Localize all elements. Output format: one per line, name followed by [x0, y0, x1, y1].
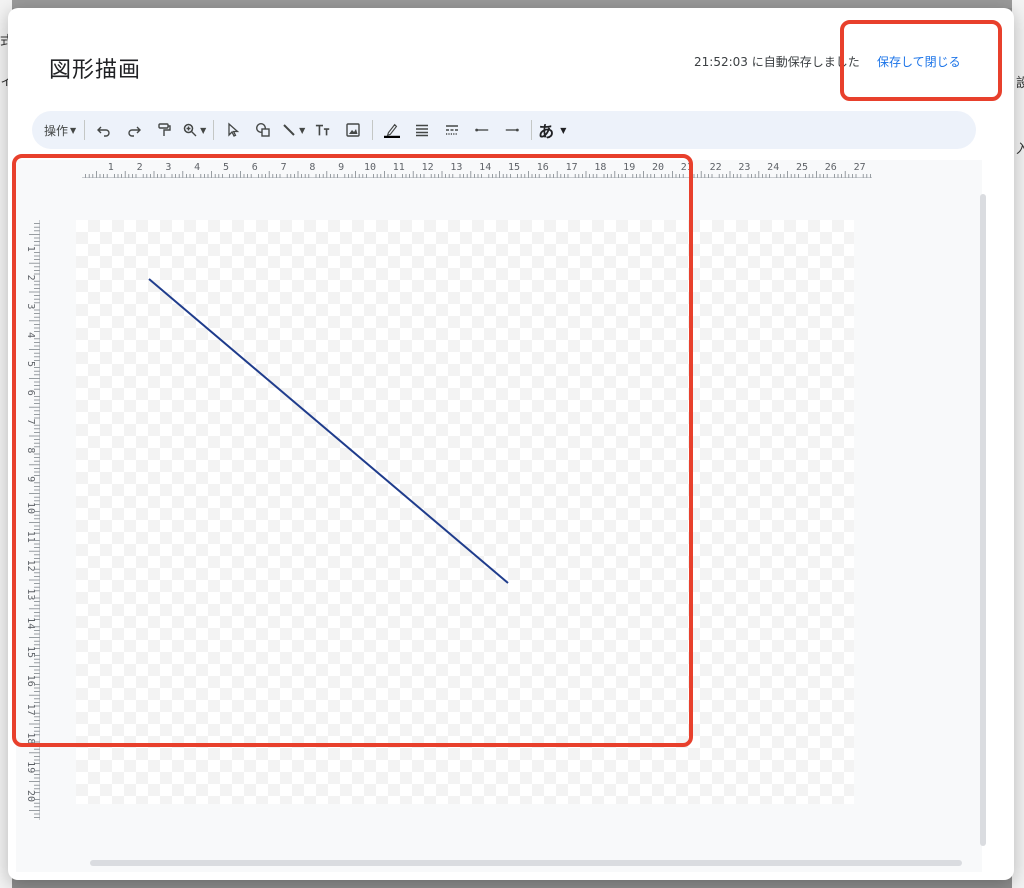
- ruler-label: 26: [825, 162, 837, 173]
- vertical-scrollbar[interactable]: [980, 194, 986, 846]
- ruler-label: 25: [796, 162, 808, 173]
- line-color-icon[interactable]: [379, 117, 405, 143]
- background-top: [0, 0, 1024, 8]
- dialog-title: 図形描画: [49, 58, 142, 83]
- redo-icon[interactable]: [121, 117, 147, 143]
- ruler-label: 24: [767, 162, 779, 173]
- select-icon[interactable]: [220, 117, 246, 143]
- toolbar-divider: [531, 120, 533, 140]
- chevron-down-icon: ▼: [560, 125, 567, 135]
- horizontal-scrollbar[interactable]: [90, 860, 962, 866]
- annotation-highlight-save: [840, 20, 1002, 101]
- background-char: 入: [1016, 142, 1024, 157]
- line-icon: [283, 124, 295, 136]
- line-end-icon[interactable]: [499, 117, 525, 143]
- chevron-down-icon: ▼: [200, 125, 207, 135]
- ruler-label: 20: [25, 790, 36, 802]
- ruler-label: 19: [25, 761, 36, 773]
- text-format-menu[interactable]: あ ▼: [538, 117, 566, 143]
- background-char: 設: [1016, 76, 1024, 91]
- image-icon[interactable]: [340, 117, 366, 143]
- undo-icon[interactable]: [91, 117, 117, 143]
- ruler-label: 22: [710, 162, 722, 173]
- annotation-highlight-canvas: [12, 154, 693, 747]
- drawing-toolbar: 操作 ▼ ▼ ▼ あ ▼: [32, 111, 976, 149]
- ruler-label: 27: [854, 162, 866, 173]
- actions-menu-label: 操作: [44, 123, 69, 138]
- zoom-menu[interactable]: ▼: [181, 117, 207, 143]
- chevron-down-icon: ▼: [70, 125, 77, 135]
- shape-icon[interactable]: [250, 117, 276, 143]
- actions-menu[interactable]: 操作 ▼: [42, 117, 78, 143]
- toolbar-divider: [372, 120, 374, 140]
- ruler-label: 23: [738, 162, 750, 173]
- line-start-icon[interactable]: [469, 117, 495, 143]
- line-menu[interactable]: ▼: [280, 117, 306, 143]
- toolbar-divider: [213, 120, 215, 140]
- textbox-icon[interactable]: [310, 117, 336, 143]
- text-format-label: あ: [538, 122, 555, 141]
- zoom-icon: [183, 123, 197, 137]
- paint-format-icon[interactable]: [151, 117, 177, 143]
- line-dash-icon[interactable]: [439, 117, 465, 143]
- toolbar-divider: [84, 120, 86, 140]
- line-weight-icon[interactable]: [409, 117, 435, 143]
- chevron-down-icon: ▼: [299, 125, 306, 135]
- autosave-status: 21:52:03 に自動保存しました: [694, 55, 860, 69]
